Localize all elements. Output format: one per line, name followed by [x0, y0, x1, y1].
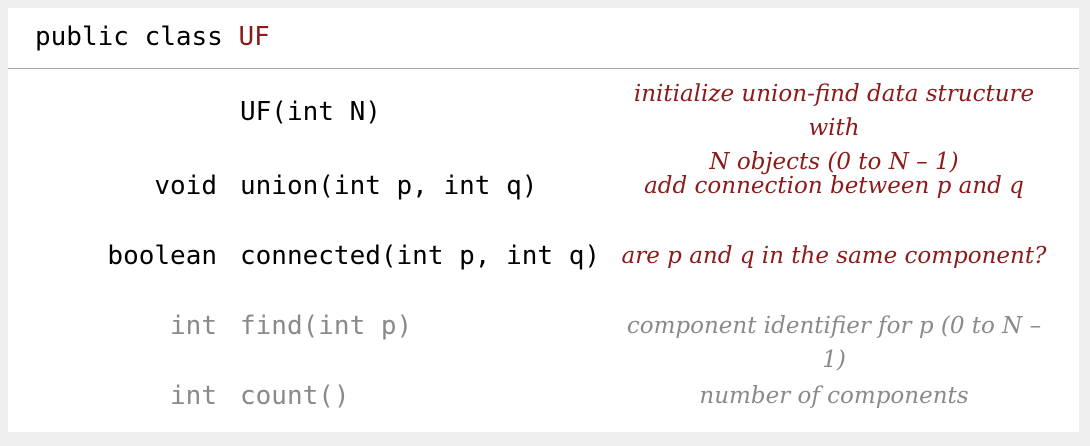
method-signature: count() — [240, 381, 350, 411]
class-declaration-prefix: public class — [35, 22, 223, 52]
api-row-constructor: UF(int N) initialize union-find data str… — [8, 80, 1079, 175]
method-description: number of components — [699, 383, 969, 409]
return-type: boolean — [107, 241, 217, 271]
return-type: int — [170, 381, 217, 411]
method-signature: connected(int p, int q) — [240, 241, 601, 271]
api-row-union: void union(int p, int q) add connection … — [8, 166, 1079, 226]
method-signature: union(int p, int q) — [240, 171, 538, 201]
description-line-1: initialize union-find data structure wit… — [633, 81, 1035, 141]
method-description: are p and q in the same component? — [621, 243, 1047, 269]
method-signature: UF(int N) — [240, 97, 381, 127]
api-table: public class UF UF(int N) initialize uni… — [8, 8, 1079, 432]
api-header: public class UF — [8, 8, 1079, 69]
class-declaration: public class UF — [35, 22, 270, 52]
class-name: UF — [238, 22, 270, 52]
return-type: void — [154, 171, 217, 201]
method-signature: find(int p) — [240, 311, 413, 341]
method-description: initialize union-find data structure wit… — [618, 77, 1050, 179]
method-description: add connection between p and q — [644, 173, 1024, 199]
api-row-connected: boolean connected(int p, int q) are p an… — [8, 236, 1079, 296]
api-row-find: int find(int p) component identifier for… — [8, 306, 1079, 373]
method-description: component identifier for p (0 to N – 1) — [626, 313, 1042, 373]
return-type: int — [170, 311, 217, 341]
api-row-count: int count() number of components — [8, 376, 1079, 436]
